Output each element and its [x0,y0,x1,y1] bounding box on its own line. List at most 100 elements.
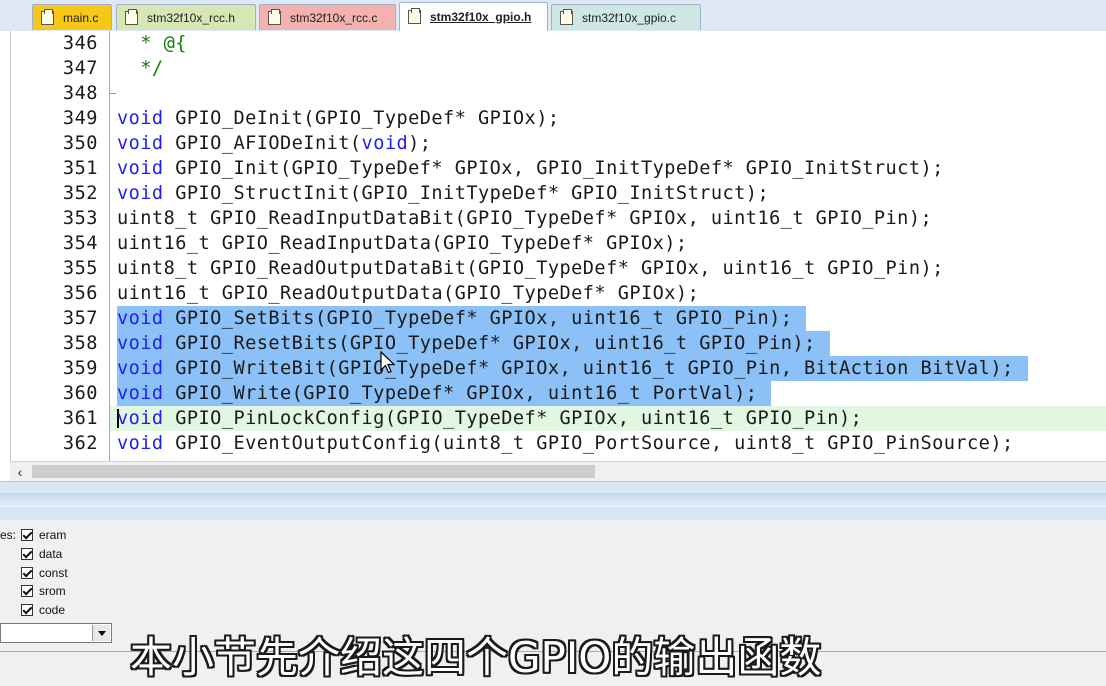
code-token: ); [408,133,432,154]
checkbox-checked-icon[interactable] [21,548,33,560]
tab-stm32f10x-rcc-c[interactable]: stm32f10x_rcc.c [259,4,396,30]
keyword-token: void [117,433,164,454]
code-text: uint8_t GPIO_ReadInputDataBit(GPIO_TypeD… [117,206,932,231]
tab-label: stm32f10x_gpio.c [582,10,677,25]
code-token: GPIO_DeInit(GPIO_TypeDef* GPIOx); [163,108,560,129]
code-line[interactable]: 360 void GPIO_Write(GPIO_TypeDef* GPIOx, … [0,381,1106,406]
line-number: 361 [62,408,98,429]
code-text: void GPIO_SetBits(GPIO_TypeDef* GPIOx, u… [117,306,792,331]
code-line[interactable]: 348 [0,81,1106,106]
code-line[interactable]: 353 uint8_t GPIO_ReadInputDataBit(GPIO_Ty… [0,206,1106,231]
checkbox-label: srom [39,584,66,598]
checkbox-checked-icon[interactable] [21,585,33,597]
code-text: uint16_t GPIO_ReadOutputData(GPIO_TypeDe… [117,281,699,306]
code-token: uint8_t GPIO_ReadOutputDataBit(GPIO_Type… [117,258,944,279]
checkbox-data[interactable]: data [21,545,62,563]
code-token: GPIO_AFIODeInit( [163,133,362,154]
line-number: 349 [62,108,98,129]
keyword-token: void [117,358,164,379]
tab-label: main.c [63,10,99,25]
line-number: 353 [62,208,98,229]
file-icon [268,8,281,25]
code-token: uint8_t GPIO_ReadInputDataBit(GPIO_TypeD… [117,208,933,229]
code-text: void GPIO_DeInit(GPIO_TypeDef* GPIOx); [117,106,560,131]
code-line[interactable]: 357 void GPIO_SetBits(GPIO_TypeDef* GPIOx… [0,306,1106,331]
tab-stm32f10x-gpio-c[interactable]: stm32f10x_gpio.c [551,4,701,30]
checkbox-label: const [39,566,68,580]
code-token: GPIO_WriteBit(GPIO_TypeDef* GPIOx, uint1… [163,358,1014,379]
code-token: GPIO_StructInit(GPIO_InitTypeDef* GPIO_I… [163,183,770,204]
code-text: void GPIO_AFIODeInit(void); [117,131,431,156]
dropdown-select[interactable] [0,623,112,643]
tab-main-c[interactable]: main.c [32,4,112,30]
code-line[interactable]: 354 uint16_t GPIO_ReadInputData(GPIO_Type… [0,231,1106,256]
file-icon [41,8,54,25]
keyword-token: void [117,408,164,429]
line-number: 362 [62,433,98,454]
line-number: 347 [62,58,98,79]
code-line[interactable]: 352 void GPIO_StructInit(GPIO_InitTypeDef… [0,181,1106,206]
file-tab-bar: main.c stm32f10x_rcc.h stm32f10x_rcc.c s… [0,0,1106,32]
tab-stm32f10x-rcc-h[interactable]: stm32f10x_rcc.h [116,4,256,30]
keyword-token: void [361,133,409,154]
code-line[interactable]: 361 void GPIO_PinLockConfig(GPIO_TypeDef*… [0,406,1106,431]
line-number: 356 [62,283,98,304]
code-token: GPIO_SetBits(GPIO_TypeDef* GPIOx, uint16… [163,308,793,329]
keyword-token: void [117,158,164,179]
code-text: void GPIO_PinLockConfig(GPIO_TypeDef* GP… [117,406,862,431]
keyword-token: void [117,333,164,354]
keyword-token: void [117,383,164,404]
line-number: 354 [62,233,98,254]
scrollbar-thumb[interactable] [32,465,595,478]
line-number: 357 [62,308,98,329]
code-line[interactable]: 347 */ [0,56,1106,81]
code-text: * @{ [117,31,187,56]
keyword-token: void [117,108,164,129]
code-line[interactable]: 346 * @{ [0,31,1106,56]
code-token: GPIO_EventOutputConfig(uint8_t GPIO_Port… [163,433,1014,454]
line-number: 348 [62,83,98,104]
checkbox-checked-icon[interactable] [21,567,33,579]
line-number: 346 [62,33,98,54]
tab-label: stm32f10x_gpio.h [430,10,532,24]
checkbox-label: data [39,547,63,561]
code-line[interactable]: 362 void GPIO_EventOutputConfig(uint8_t G… [0,431,1106,456]
code-text: void GPIO_StructInit(GPIO_InitTypeDef* G… [117,181,769,206]
tab-label: stm32f10x_rcc.h [147,10,236,25]
code-line[interactable]: 358 void GPIO_ResetBits(GPIO_TypeDef* GPI… [0,331,1106,356]
checkbox-eram[interactable]: eram [21,526,66,544]
keyword-token: void [117,183,164,204]
code-line[interactable]: 350 void GPIO_AFIODeInit(void); [0,131,1106,156]
line-number: 359 [62,358,98,379]
code-line[interactable]: 355 uint8_t GPIO_ReadOutputDataBit(GPIO_T… [0,256,1106,281]
code-text: void GPIO_WriteBit(GPIO_TypeDef* GPIOx, … [117,356,1014,381]
line-number: 350 [62,133,98,154]
code-token: uint16_t GPIO_ReadOutputData(GPIO_TypeDe… [117,283,700,304]
checkbox-code[interactable]: code [21,601,65,619]
file-icon [560,8,573,25]
video-subtitle: 本小节先介绍这四个GPIO的输出函数 [130,633,822,682]
code-line[interactable]: 356 uint16_t GPIO_ReadOutputData(GPIO_Typ… [0,281,1106,306]
tab-label: stm32f10x_rcc.c [290,10,378,25]
code-token: uint16_t GPIO_ReadInputData(GPIO_TypeDef… [117,233,688,254]
line-number: 351 [62,158,98,179]
panel-splitter[interactable] [0,481,1106,521]
checkbox-checked-icon[interactable] [21,604,33,616]
code-line[interactable]: 351 void GPIO_Init(GPIO_TypeDef* GPIOx, G… [0,156,1106,181]
code-editor[interactable]: 346 * @{347 */348 349 void GPIO_DeInit(GPI… [0,31,1106,461]
scroll-left-arrow-icon[interactable]: ‹ [10,462,30,481]
code-text: void GPIO_ResetBits(GPIO_TypeDef* GPIOx,… [117,331,816,356]
keyword-token: void [117,133,164,154]
code-line[interactable]: 349 void GPIO_DeInit(GPIO_TypeDef* GPIOx)… [0,106,1106,131]
chevron-down-icon[interactable] [92,625,110,641]
checkbox-label: code [39,603,66,617]
checkbox-const[interactable]: const [21,564,68,582]
checkbox-checked-icon[interactable] [21,529,33,541]
code-text: */ [117,56,164,81]
code-line[interactable]: 359 void GPIO_WriteBit(GPIO_TypeDef* GPIO… [0,356,1106,381]
tab-stm32f10x-gpio-h[interactable]: stm32f10x_gpio.h [399,2,548,31]
file-icon [125,8,138,25]
editor-horizontal-scrollbar[interactable]: ‹ [10,461,1106,481]
checkbox-srom[interactable]: srom [21,582,66,600]
fold-marker [110,93,116,94]
